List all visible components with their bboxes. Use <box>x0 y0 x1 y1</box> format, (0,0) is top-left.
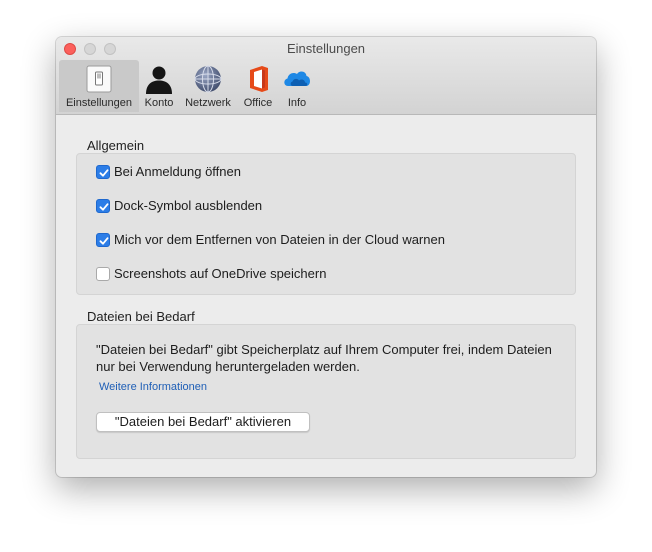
checkbox[interactable] <box>96 199 110 213</box>
more-info-link[interactable]: Weitere Informationen <box>99 381 207 393</box>
option-label: Mich vor dem Entfernen von Dateien in de… <box>114 232 445 247</box>
tab-label: Info <box>287 97 307 109</box>
window-title: Einstellungen <box>286 41 366 56</box>
checkbox[interactable] <box>96 233 110 247</box>
tab-info[interactable]: Info <box>280 60 314 112</box>
cloud-icon <box>281 63 313 95</box>
general-section-title: Allgemein <box>87 138 145 153</box>
preferences-window: Einstellungen Einstellungen Konto Netzwe… <box>56 37 596 477</box>
option-label: Bei Anmeldung öffnen <box>114 164 241 179</box>
option-label: Screenshots auf OneDrive speichern <box>114 266 327 281</box>
on-demand-description: "Dateien bei Bedarf" gibt Speicherplatz … <box>96 342 552 374</box>
option-label: Dock-Symbol ausblenden <box>114 198 263 213</box>
checkbox[interactable] <box>96 165 110 179</box>
tab-label: Einstellungen <box>65 97 133 109</box>
tab-konto[interactable]: Konto <box>139 60 179 112</box>
tab-label: Office <box>243 97 273 109</box>
enable-files-on-demand-button[interactable]: "Dateien bei Bedarf" aktivieren <box>96 412 310 432</box>
switch-icon <box>83 63 115 95</box>
on-demand-section-title: Dateien bei Bedarf <box>87 309 195 324</box>
tab-label: Konto <box>144 97 174 109</box>
tab-einstellungen[interactable]: Einstellungen <box>59 60 139 112</box>
globe-icon <box>192 63 224 95</box>
office-icon <box>242 63 274 95</box>
person-icon <box>143 63 175 95</box>
title-bar: Einstellungen Einstellungen Konto Netzwe… <box>56 37 596 115</box>
tab-label: Netzwerk <box>185 97 231 109</box>
tab-office[interactable]: Office <box>238 60 278 112</box>
tab-netzwerk[interactable]: Netzwerk <box>182 60 234 112</box>
checkbox[interactable] <box>96 267 110 281</box>
preferences-content: Allgemein Bei Anmeldung öffnen Dock-Symb… <box>56 115 596 477</box>
